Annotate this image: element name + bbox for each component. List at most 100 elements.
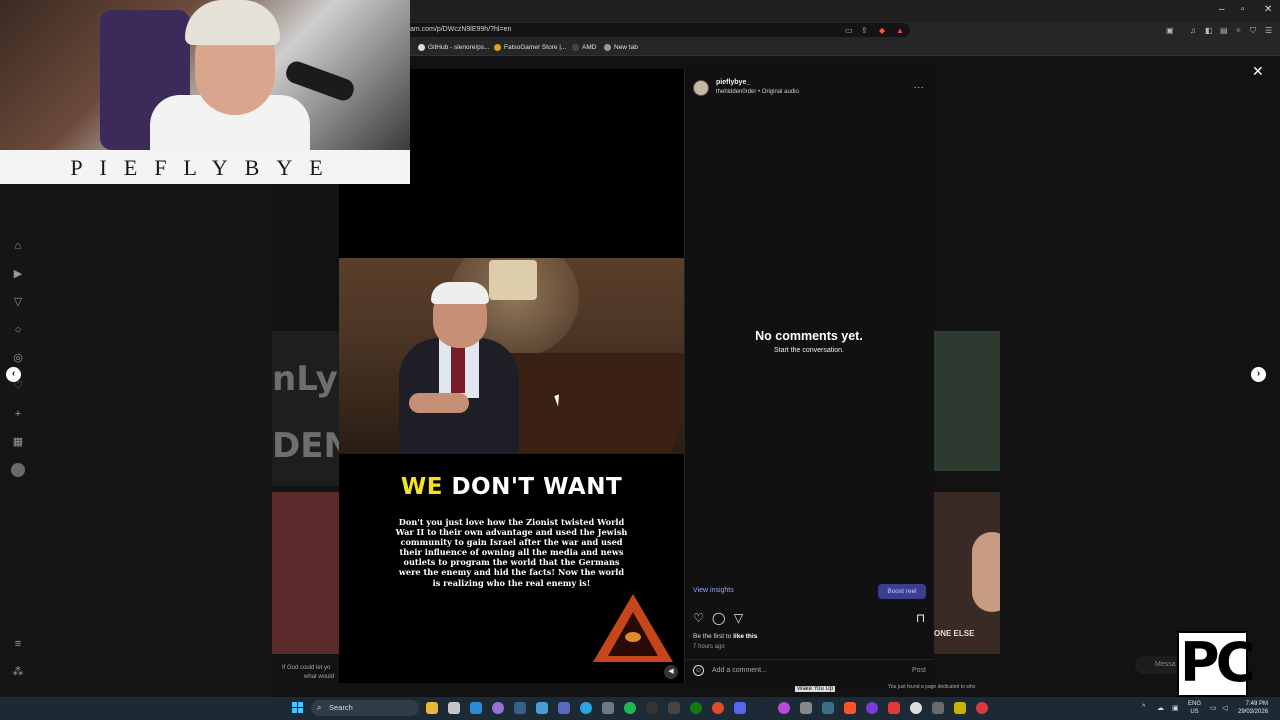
app-icon-24[interactable] <box>932 702 944 714</box>
share-icon[interactable]: ⇪ <box>861 26 868 35</box>
menu-icon[interactable]: ☰ <box>1265 26 1272 35</box>
emoji-icon[interactable]: ☺ <box>693 665 704 676</box>
eye-icon <box>625 632 641 642</box>
reels-icon[interactable]: ▶ <box>11 267 25 281</box>
app-icon-5[interactable] <box>514 702 526 714</box>
likes-prefix: Be the first to <box>693 633 734 640</box>
app-icon-18[interactable] <box>800 702 812 714</box>
feed-thumbnail-right-top[interactable] <box>934 331 1000 471</box>
more-menu-icon[interactable]: ≡ <box>11 637 25 651</box>
close-modal-icon[interactable]: ✕ <box>1252 63 1264 80</box>
onedrive-icon[interactable]: ☁ <box>1157 704 1164 712</box>
store-icon <box>494 44 501 51</box>
app-icon-12[interactable] <box>668 702 680 714</box>
clock-date: 29/03/2026 <box>1238 709 1269 715</box>
wallet-icon[interactable]: ▤ <box>1220 26 1228 35</box>
more-options-icon[interactable]: ... <box>914 80 925 90</box>
create-icon[interactable]: + <box>11 407 25 421</box>
feed-thumb-caption: You just found a page dedicated to who <box>888 684 976 690</box>
system-clock[interactable]: 7:49 PM 29/03/2026 <box>1238 700 1268 716</box>
file-explorer-icon[interactable] <box>426 702 438 714</box>
app-icon-17[interactable] <box>778 702 790 714</box>
channel-logo-text: PC <box>1180 631 1255 694</box>
likes-summary: Be the first to like this <box>693 633 757 640</box>
bookmark-label: FatsoGamer Store |... <box>504 44 567 51</box>
app-icon-23[interactable] <box>910 702 922 714</box>
bookmark-save-icon[interactable]: ⊓ <box>914 612 927 625</box>
feed-caption-left-2: what would <box>304 674 335 680</box>
telegram-icon[interactable] <box>580 702 592 714</box>
language-indicator[interactable]: ENG US <box>1188 700 1201 716</box>
terminal-icon[interactable] <box>646 702 658 714</box>
author-username[interactable]: pieflybye_ <box>716 79 750 86</box>
messages-icon[interactable]: ▽ <box>11 295 25 309</box>
search-icon[interactable]: ○ <box>11 323 25 337</box>
speaker-hands <box>409 393 469 413</box>
xbox-icon[interactable] <box>690 702 702 714</box>
profile-avatar-icon[interactable] <box>11 463 25 477</box>
feed-thumbnail-left-top[interactable]: nLy DEN <box>272 331 339 486</box>
taskbar-search[interactable]: Search <box>311 700 419 716</box>
copilot-icon[interactable] <box>492 702 504 714</box>
spotify-icon[interactable] <box>624 702 636 714</box>
reel-video-frame[interactable] <box>339 258 684 454</box>
view-insights-link[interactable]: View insights <box>693 587 734 594</box>
minimize-icon[interactable]: – <box>1219 4 1225 15</box>
like-heart-icon[interactable]: ♡ <box>692 612 705 625</box>
feed-thumbnail-left-bottom[interactable] <box>272 492 339 654</box>
app-icon-21[interactable] <box>866 702 878 714</box>
home-icon[interactable]: ⌂ <box>11 239 25 253</box>
app-icon-25[interactable] <box>954 702 966 714</box>
app-icon-14[interactable] <box>712 702 724 714</box>
sidebar-toggle-icon[interactable]: ▣ <box>1166 26 1174 35</box>
audio-attribution[interactable]: thehidden0rder • Original audio <box>716 89 799 95</box>
windows-start-icon[interactable] <box>292 702 304 714</box>
rewards-icon[interactable]: ▲ <box>896 26 904 35</box>
post-comment-button[interactable]: Post <box>912 667 926 674</box>
app-icon-7[interactable] <box>558 702 570 714</box>
split-view-icon[interactable]: ◧ <box>1205 26 1213 35</box>
feed-caption-left: If God could let yo <box>282 665 331 671</box>
share-send-icon[interactable]: ▽ <box>732 612 745 625</box>
app-icon-22[interactable] <box>888 702 900 714</box>
url-text[interactable]: am.com/p/DWczN9lE99h/?hl=en <box>410 26 511 33</box>
leo-ai-icon[interactable]: ✧ <box>1235 26 1242 35</box>
media-icon[interactable]: ♫ <box>1190 26 1196 35</box>
mute-icon[interactable]: ◀ <box>664 665 678 679</box>
explore-icon[interactable]: ◎ <box>11 351 25 365</box>
app-icon-26[interactable] <box>976 702 988 714</box>
like-this-link[interactable]: like this <box>733 633 757 640</box>
discord-icon[interactable] <box>734 702 746 714</box>
vpn-icon[interactable]: ⛉ <box>1250 26 1256 36</box>
comment-bubble-icon[interactable]: ◯ <box>712 612 725 625</box>
previous-post-icon[interactable]: ‹ <box>6 367 21 382</box>
maximize-icon[interactable]: ▫ <box>1241 4 1245 15</box>
app-icon-19[interactable] <box>822 702 834 714</box>
comment-input[interactable]: Add a comment... <box>712 667 767 674</box>
brave-shield-icon[interactable]: ◆ <box>879 26 885 35</box>
brave-browser-icon[interactable] <box>844 702 856 714</box>
volume-icon[interactable]: ◁ <box>1222 704 1227 712</box>
bookmark-github[interactable]: GitHub - slenore/ps... <box>418 44 489 51</box>
steam-icon[interactable] <box>756 702 768 714</box>
next-post-icon[interactable]: › <box>1251 367 1266 382</box>
boost-reel-button[interactable]: Boost reel <box>878 584 926 599</box>
meta-apps-icon[interactable]: ⁂ <box>11 665 25 679</box>
bookmark-new-tab[interactable]: New tab <box>604 44 638 51</box>
dashboard-icon[interactable]: ▦ <box>11 435 25 449</box>
store-icon[interactable] <box>448 702 460 714</box>
network-icon[interactable]: ▭ <box>1210 704 1217 712</box>
cast-icon[interactable]: ▭ <box>845 26 853 35</box>
tray-overflow-icon[interactable]: ^ <box>1142 704 1145 711</box>
windows-taskbar <box>0 697 1280 720</box>
lang-region: US <box>1190 709 1199 715</box>
tray-app-icon[interactable]: ▣ <box>1172 704 1179 712</box>
bookmark-fatsogamer[interactable]: FatsoGamer Store |... <box>494 44 566 51</box>
mail-icon[interactable] <box>470 702 482 714</box>
app-icon-9[interactable] <box>602 702 614 714</box>
feed-thumb-text: ONE ELSE <box>934 629 975 638</box>
window-close-icon[interactable]: ✕ <box>1264 4 1272 15</box>
bookmark-amd[interactable]: AMD <box>572 44 596 51</box>
author-avatar[interactable] <box>693 80 709 96</box>
app-icon-6[interactable] <box>536 702 548 714</box>
